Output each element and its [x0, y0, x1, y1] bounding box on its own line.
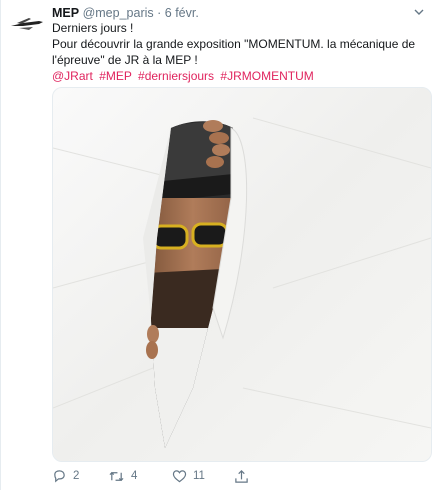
hashtag-link[interactable]: #derniersjours — [138, 69, 214, 83]
reply-button[interactable]: 2 — [52, 466, 79, 486]
media-photo — [53, 88, 431, 461]
chevron-down-icon[interactable] — [413, 6, 425, 18]
like-button[interactable]: 11 — [172, 466, 205, 486]
hashtag-link[interactable]: #JRMOMENTUM — [220, 69, 313, 83]
like-icon — [172, 470, 187, 483]
author-name[interactable]: MEP — [52, 6, 79, 20]
logo-icon — [11, 18, 43, 30]
tweet[interactable]: MEP @mep_paris · 6 févr. Derniers jours … — [0, 0, 437, 490]
retweet-count: 4 — [131, 470, 138, 482]
like-count: 11 — [193, 470, 205, 482]
retweet-icon — [109, 471, 124, 481]
tweet-media[interactable] — [52, 87, 432, 462]
reply-icon — [54, 469, 65, 482]
tweet-actions: 2 4 11 — [52, 466, 412, 486]
separator-dot: · — [157, 6, 162, 20]
tweet-line-2: Pour découvrir la grande exposition "MOM… — [52, 37, 416, 67]
mention-link[interactable]: @JRart — [52, 69, 93, 83]
hashtag-list: @JRart #MEP #derniersjours #JRMOMENTUM — [52, 68, 432, 84]
avatar[interactable] — [9, 6, 45, 42]
tweet-header: MEP @mep_paris · 6 févr. — [52, 5, 199, 21]
tweet-line-1: Derniers jours ! — [52, 21, 134, 35]
retweet-button[interactable]: 4 — [108, 466, 137, 486]
share-icon — [235, 469, 248, 483]
author-handle[interactable]: @mep_paris — [83, 6, 154, 20]
reply-count: 2 — [73, 470, 80, 482]
hashtag-link[interactable]: #MEP — [99, 69, 131, 83]
share-button[interactable] — [234, 466, 249, 486]
tweet-text: Derniers jours ! Pour découvrir la grand… — [52, 20, 432, 84]
timestamp[interactable]: 6 févr. — [165, 6, 199, 20]
